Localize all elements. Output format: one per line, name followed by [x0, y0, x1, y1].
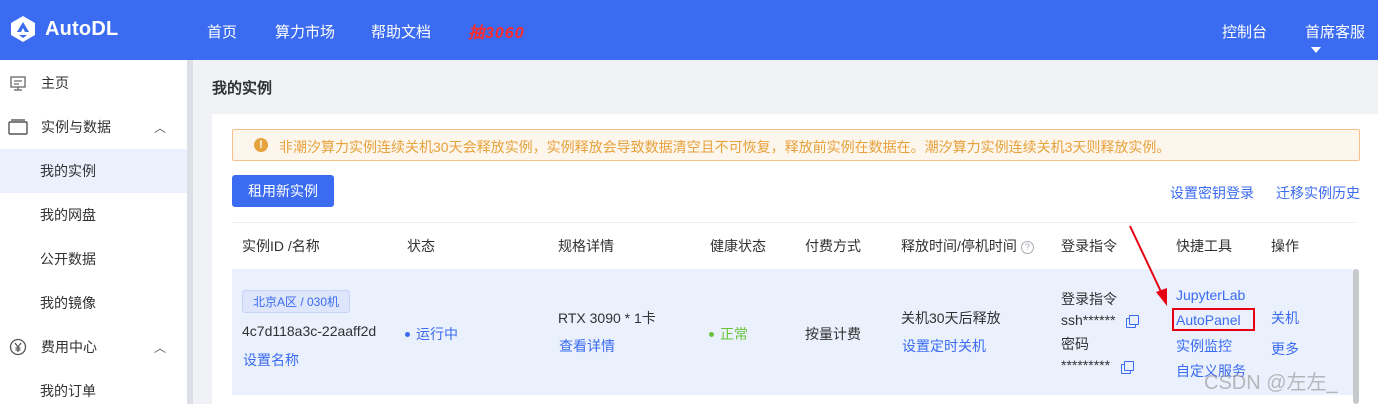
password-value: ********* — [1061, 357, 1111, 373]
sidebar: 主页 实例与数据 ︿ 我的实例 我的网盘 公开数据 我的镜像 费用中心 ︿ 我的… — [0, 60, 187, 404]
sidebar-item-my-disk[interactable]: 我的网盘 — [0, 193, 187, 237]
health-text: 正常 — [720, 326, 748, 342]
set-name-link[interactable]: 设置名称 — [243, 350, 299, 370]
column-header-status: 状态 — [407, 238, 435, 254]
warning-icon: ! — [254, 138, 268, 152]
tool-jupyterlab[interactable]: JupyterLab — [1176, 287, 1245, 303]
nav-promo[interactable]: 抽3060 — [468, 19, 525, 43]
brand-name: AutoDL — [45, 17, 119, 40]
health-status: 正常 — [709, 324, 748, 344]
sidebar-item-label: 费用中心 — [41, 339, 97, 355]
alert-text: 非潮汐算力实例连续关机30天会释放实例，实例释放会导致数据清空且不可恢复，释放前… — [279, 139, 1171, 155]
login-command-label: 登录指令 — [1061, 291, 1117, 307]
home-icon — [8, 73, 28, 93]
shutdown-button[interactable]: 关机 — [1271, 308, 1299, 328]
release-warning-alert: ! 非潮汐算力实例连续关机30天会释放实例，实例释放会导致数据清空且不可恢复，释… — [232, 129, 1360, 161]
billing-method: 按量计费 — [805, 326, 861, 342]
copy-icon[interactable] — [1126, 315, 1139, 328]
column-header-billing: 付费方式 — [805, 238, 861, 254]
chevron-down-icon — [1311, 47, 1321, 53]
sidebar-item-label: 我的订单 — [40, 383, 96, 399]
sidebar-item-home[interactable]: 主页 — [0, 61, 187, 105]
table-scrollbar[interactable] — [1353, 269, 1359, 404]
chevron-up-icon: ︿ — [154, 340, 167, 355]
sidebar-item-instances-data[interactable]: 实例与数据 ︿ — [0, 105, 187, 149]
autodl-logo-icon — [11, 16, 35, 42]
sidebar-item-my-instances[interactable]: 我的实例 — [0, 149, 187, 193]
sidebar-item-label: 我的网盘 — [40, 207, 96, 223]
sidebar-item-my-orders[interactable]: 我的订单 — [0, 369, 187, 404]
login-command-value: ssh****** — [1061, 312, 1116, 328]
nav-support[interactable]: 首席客服 — [1305, 21, 1378, 59]
nav-home[interactable]: 首页 — [207, 21, 237, 42]
set-ssh-key-link[interactable]: 设置密钥登录 — [1170, 183, 1254, 203]
column-header-id: 实例ID /名称 — [242, 238, 320, 254]
health-dot — [709, 332, 714, 337]
view-details-link[interactable]: 查看详情 — [559, 336, 615, 356]
region-tag: 北京A区 / 030机 — [242, 290, 351, 313]
status-running: 运行中 — [405, 324, 458, 344]
sidebar-item-label: 实例与数据 — [41, 119, 111, 135]
spec-text: RTX 3090 * 1卡 — [558, 310, 656, 326]
watermark: CSDN @左左_ — [1204, 372, 1338, 394]
sidebar-item-label: 主页 — [41, 75, 69, 91]
nav-market[interactable]: 算力市场 — [275, 21, 335, 42]
chevron-up-icon: ︿ — [154, 120, 167, 135]
sidebar-item-label: 我的镜像 — [40, 295, 96, 311]
page-title: 我的实例 — [212, 80, 273, 97]
migrate-history-link[interactable]: 迁移实例历史 — [1276, 183, 1360, 203]
release-policy: 关机30天后释放 — [901, 310, 1001, 326]
sidebar-item-my-images[interactable]: 我的镜像 — [0, 281, 187, 325]
top-navbar: AutoDL 首页 算力市场 帮助文档 抽3060 控制台 首席客服 — [0, 0, 1378, 60]
sidebar-item-billing-center[interactable]: 费用中心 ︿ — [0, 325, 187, 369]
help-icon[interactable]: ? — [1020, 241, 1034, 254]
instance-id: 4c7d118a3c-22aaff2d — [242, 323, 377, 339]
instances-icon — [8, 117, 28, 137]
autodl-logo[interactable]: AutoDL — [8, 14, 118, 44]
support-label: 首席客服 — [1305, 24, 1366, 41]
set-shutdown-link[interactable]: 设置定时关机 — [902, 336, 986, 356]
more-actions-button[interactable]: 更多 — [1271, 339, 1299, 359]
autopanel-highlight-box — [1172, 308, 1255, 331]
nav-docs[interactable]: 帮助文档 — [371, 21, 431, 42]
column-header-actions: 操作 — [1271, 238, 1299, 254]
column-header-spec: 规格详情 — [558, 238, 614, 254]
copy-icon[interactable] — [1121, 361, 1134, 374]
tool-instance-monitor[interactable]: 实例监控 — [1176, 336, 1232, 356]
yen-icon — [8, 337, 28, 357]
password-label: 密码 — [1061, 336, 1089, 352]
status-dot — [405, 332, 410, 337]
column-header-health: 健康状态 — [710, 238, 766, 254]
rent-new-instance-button[interactable]: 租用新实例 — [232, 175, 334, 207]
column-header-release: 释放时间/停机时间? — [901, 236, 1034, 256]
sidebar-item-label: 公开数据 — [40, 251, 96, 267]
column-header-release-label: 释放时间/停机时间 — [901, 238, 1017, 254]
sidebar-item-public-data[interactable]: 公开数据 — [0, 237, 187, 281]
nav-console[interactable]: 控制台 — [1222, 21, 1267, 42]
sidebar-item-label: 我的实例 — [40, 163, 96, 179]
column-header-login: 登录指令 — [1061, 238, 1117, 254]
column-header-tools: 快捷工具 — [1176, 238, 1232, 254]
status-text: 运行中 — [416, 326, 458, 342]
